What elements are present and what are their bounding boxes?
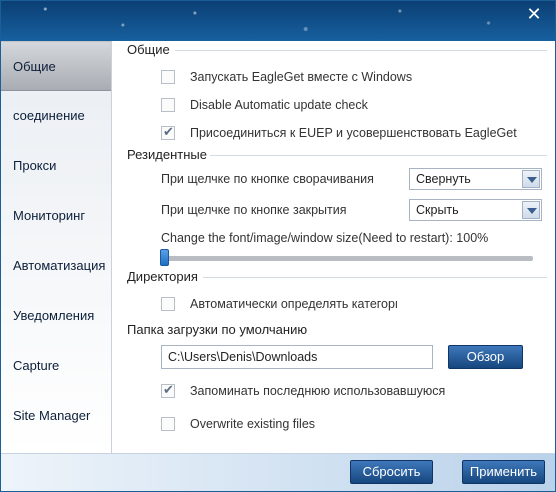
checkbox-disable-update-check[interactable]	[161, 98, 175, 112]
chevron-down-icon[interactable]	[522, 170, 540, 188]
sidebar-item-connection[interactable]: соединение	[1, 91, 111, 141]
browse-button[interactable]: Обзор	[448, 345, 523, 369]
sidebar-item-notifications[interactable]: Уведомления	[1, 291, 111, 341]
close-action-value: Скрыть	[416, 203, 459, 217]
checkbox-overwrite-files[interactable]	[161, 417, 175, 431]
sidebar-item-capture[interactable]: Capture	[1, 341, 111, 391]
section-divider	[175, 50, 547, 51]
size-slider-handle[interactable]	[160, 249, 169, 266]
label-minimize-action: При щелчке по кнопке сворачивания	[161, 172, 374, 186]
settings-content: Общие Запускать EagleGet вместе с Window…	[113, 41, 555, 453]
size-slider-track[interactable]	[161, 256, 533, 261]
section-title-directory: Директория	[127, 269, 198, 284]
sidebar-item-automation[interactable]: Автоматизация	[1, 241, 111, 291]
label-join-euep: Присоединиться к EUEP и усовершенствоват…	[190, 126, 517, 140]
default-folder-label: Папка загрузки по умолчанию	[127, 322, 308, 337]
label-close-action: При щелчке по кнопке закрытия	[161, 203, 347, 217]
apply-button[interactable]: Применить	[462, 460, 545, 484]
minimize-action-value: Свернуть	[416, 172, 471, 186]
chevron-down-icon[interactable]	[522, 201, 540, 219]
checkbox-start-with-windows[interactable]	[161, 70, 175, 84]
checkbox-join-euep[interactable]: ✔	[161, 124, 175, 140]
close-icon[interactable]: ✕	[523, 4, 545, 24]
section-title-resident: Резидентные	[127, 147, 207, 162]
sidebar-item-monitoring[interactable]: Мониторинг	[1, 191, 111, 241]
label-window-size: Change the font/image/window size(Need t…	[161, 231, 489, 245]
sidebar-item-general[interactable]: Общие	[1, 41, 111, 91]
checkbox-remember-last[interactable]: ✔	[161, 382, 175, 398]
footer-bar: Сбросить Применить	[1, 453, 555, 491]
section-divider	[203, 277, 547, 278]
checkmark-icon: ✔	[163, 382, 174, 397]
sidebar-item-proxy[interactable]: Прокси	[1, 141, 111, 191]
title-bar: ✕	[1, 1, 555, 41]
sidebar-item-site-manager[interactable]: Site Manager	[1, 391, 111, 441]
label-remember-last: Запоминать последнюю использовавшуюся	[190, 384, 446, 398]
settings-window: ✕ Общие соединение Прокси Мониторинг Авт…	[0, 0, 556, 492]
reset-button[interactable]: Сбросить	[350, 460, 433, 484]
label-overwrite-files: Overwrite existing files	[190, 417, 316, 431]
sidebar: Общие соединение Прокси Мониторинг Автом…	[1, 41, 112, 453]
download-path-input[interactable]	[161, 345, 433, 369]
label-disable-update-check: Disable Automatic update check	[190, 98, 368, 112]
label-auto-category: Автоматически определять категории	[190, 297, 397, 311]
close-action-select[interactable]: Скрыть	[409, 199, 542, 221]
checkmark-icon: ✔	[163, 124, 174, 139]
checkbox-auto-category[interactable]	[161, 297, 175, 311]
section-divider	[210, 155, 547, 156]
minimize-action-select[interactable]: Свернуть	[409, 168, 542, 190]
label-start-with-windows: Запускать EagleGet вместе с Windows	[190, 70, 413, 84]
section-title-general: Общие	[127, 42, 170, 57]
